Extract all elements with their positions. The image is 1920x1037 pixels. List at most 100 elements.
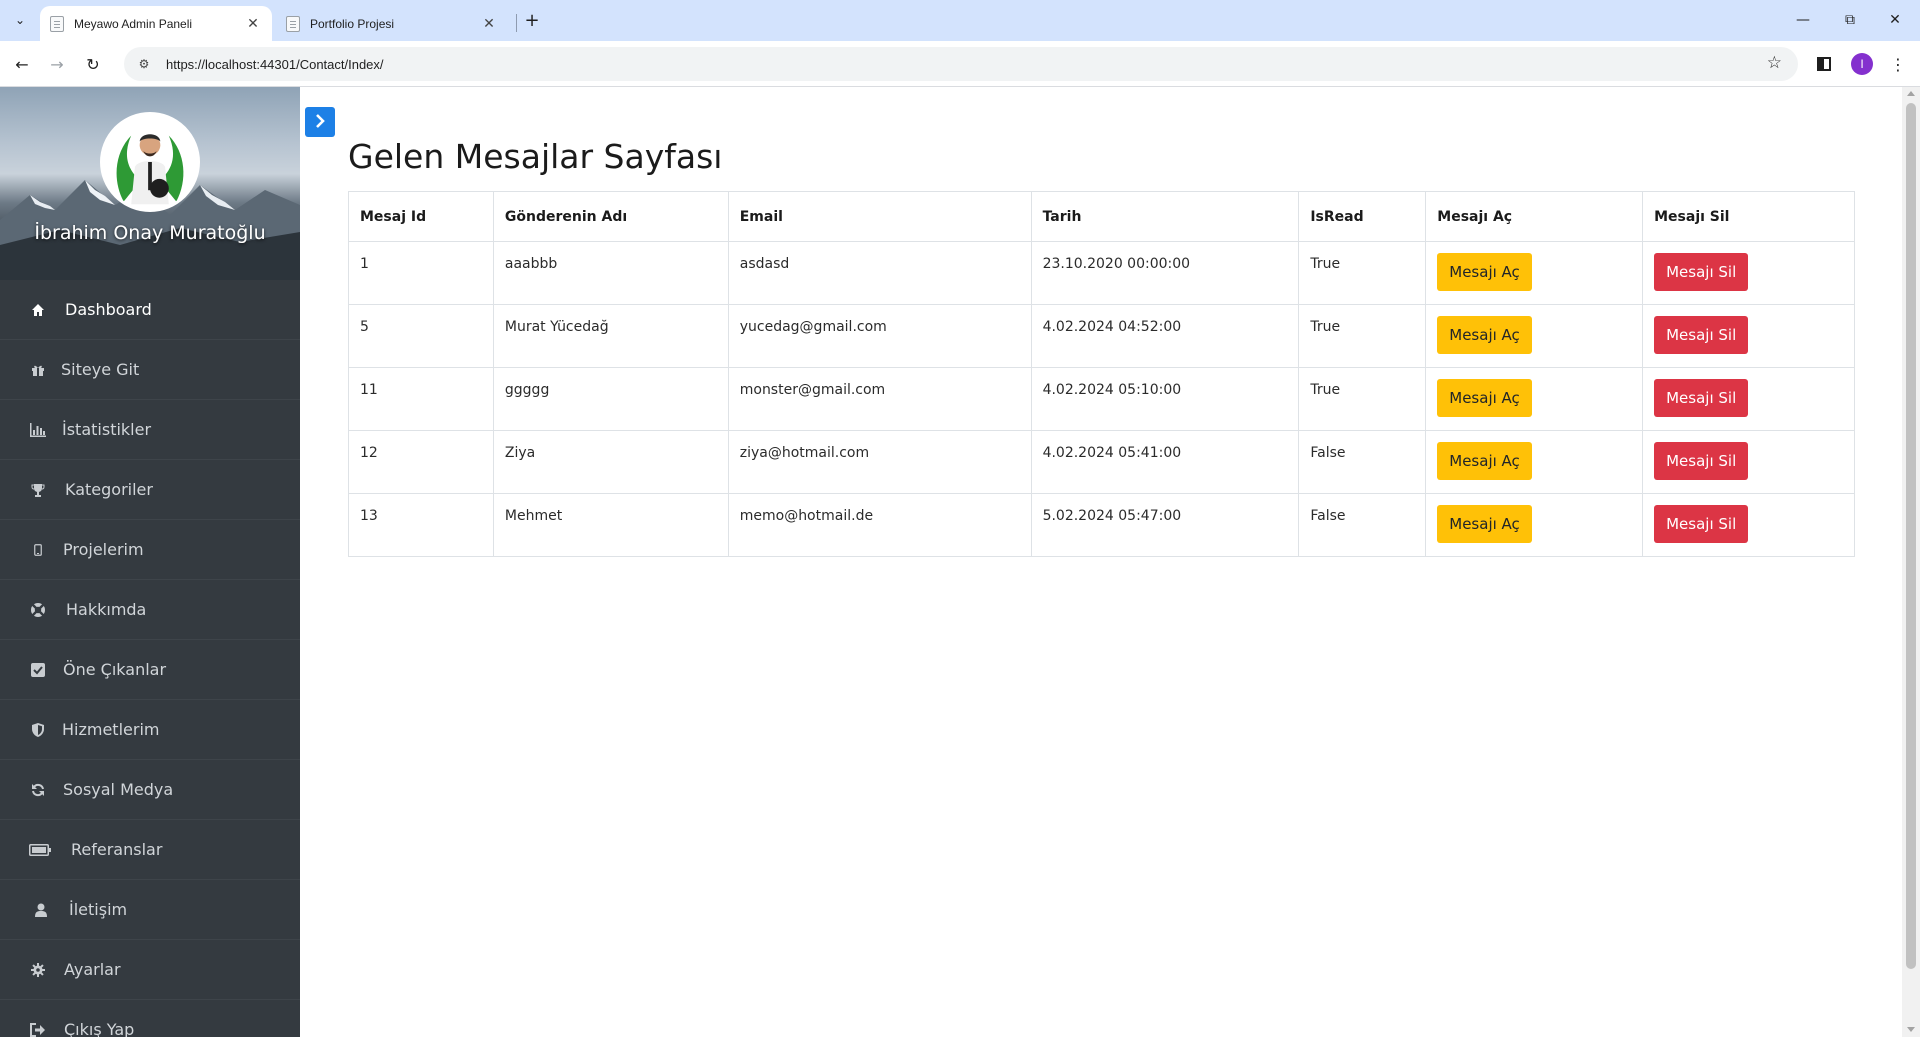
sidebar-item-cikis-yap[interactable]: Çıkış Yap: [0, 1000, 300, 1037]
cell-id: 5: [348, 304, 494, 368]
gear-icon: [29, 961, 47, 979]
sidebar: İbrahim Onay Muratoğlu Dashboard Siteye …: [0, 87, 300, 1037]
cell-date: 4.02.2024 05:10:00: [1030, 367, 1300, 431]
sidebar-item-dashboard[interactable]: Dashboard: [0, 280, 300, 340]
open-message-button[interactable]: Mesajı Aç: [1437, 316, 1532, 354]
open-message-button[interactable]: Mesajı Aç: [1437, 505, 1532, 543]
chevron-right-icon: [315, 113, 325, 132]
sidebar-item-label: Ayarlar: [64, 960, 121, 979]
delete-message-button[interactable]: Mesajı Sil: [1654, 442, 1749, 480]
sidebar-item-label: Hizmetlerim: [62, 720, 160, 739]
sidebar-item-label: İletişim: [69, 900, 128, 919]
page-favicon-icon: [286, 15, 300, 32]
open-message-button[interactable]: Mesajı Aç: [1437, 253, 1532, 291]
cell-date: 4.02.2024 04:52:00: [1030, 304, 1300, 368]
bar-chart-icon: [29, 421, 47, 439]
cell-open: Mesajı Aç: [1425, 304, 1644, 368]
delete-message-button[interactable]: Mesajı Sil: [1654, 379, 1749, 417]
profile-avatar[interactable]: I: [1851, 53, 1873, 75]
address-bar[interactable]: ⚙ https://localhost:44301/Contact/Index/…: [124, 47, 1798, 81]
bookmark-star-icon[interactable]: ☆: [1767, 53, 1782, 73]
close-window-icon[interactable]: ✕: [1880, 8, 1910, 32]
sidebar-item-label: Referanslar: [71, 840, 163, 859]
sidebar-item-referanslar[interactable]: Referanslar: [0, 820, 300, 880]
cell-id: 12: [348, 430, 494, 494]
column-header-mesaji-ac: Mesajı Aç: [1425, 191, 1644, 242]
profile-avatar-image: [100, 112, 200, 212]
tab-portfolio-projesi[interactable]: Portfolio Projesi ✕: [276, 6, 508, 41]
tab-divider: [516, 14, 517, 32]
cell-is-read: True: [1298, 304, 1427, 368]
browser-toolbar: ← → ↻ ⚙ https://localhost:44301/Contact/…: [0, 41, 1920, 87]
sidebar-item-label: Kategoriler: [65, 480, 153, 499]
minimize-window-icon[interactable]: —: [1788, 8, 1818, 32]
cell-delete: Mesajı Sil: [1642, 367, 1855, 431]
close-tab-icon[interactable]: ✕: [244, 15, 262, 33]
cell-name: Mehmet: [492, 493, 729, 557]
cell-is-read: False: [1298, 430, 1427, 494]
new-tab-plus-icon[interactable]: +: [520, 8, 544, 32]
table-row: 5 Murat Yücedağ yucedag@gmail.com 4.02.2…: [348, 304, 1855, 368]
cell-email: monster@gmail.com: [727, 367, 1032, 431]
table-row: 12 Ziya ziya@hotmail.com 4.02.2024 05:41…: [348, 430, 1855, 494]
cell-id: 13: [348, 493, 494, 557]
tab-meyawo-admin[interactable]: Meyawo Admin Paneli ✕: [40, 6, 272, 41]
sidebar-item-label: Dashboard: [65, 300, 152, 319]
forward-arrow-icon[interactable]: →: [43, 50, 71, 78]
cell-date: 23.10.2020 00:00:00: [1030, 241, 1300, 305]
scroll-up-arrow-icon[interactable]: [1907, 91, 1915, 96]
main-content: Gelen Mesajlar Sayfası Mesaj Id Gönderen…: [300, 87, 1902, 1037]
cell-delete: Mesajı Sil: [1642, 493, 1855, 557]
sidebar-item-istatistikler[interactable]: İstatistikler: [0, 400, 300, 460]
sidebar-item-hakkimda[interactable]: Hakkımda: [0, 580, 300, 640]
sidebar-item-siteye-git[interactable]: Siteye Git: [0, 340, 300, 400]
open-message-button[interactable]: Mesajı Aç: [1437, 379, 1532, 417]
scroll-down-arrow-icon[interactable]: [1907, 1027, 1915, 1032]
back-arrow-icon[interactable]: ←: [8, 50, 36, 78]
table-header-row: Mesaj Id Gönderenin Adı Email Tarih IsRe…: [348, 191, 1855, 242]
sidebar-item-label: Sosyal Medya: [63, 780, 174, 799]
tab-title: Meyawo Admin Paneli: [74, 16, 193, 31]
table-row: 13 Mehmet memo@hotmail.de 5.02.2024 05:4…: [348, 493, 1855, 557]
browser-menu-icon[interactable]: ⋮: [1888, 52, 1908, 76]
delete-message-button[interactable]: Mesajı Sil: [1654, 316, 1749, 354]
open-message-button[interactable]: Mesajı Aç: [1437, 442, 1532, 480]
sidebar-item-hizmetlerim[interactable]: Hizmetlerim: [0, 700, 300, 760]
cell-name: ggggg: [492, 367, 729, 431]
url-text[interactable]: https://localhost:44301/Contact/Index/: [166, 57, 384, 72]
delete-message-button[interactable]: Mesajı Sil: [1654, 253, 1749, 291]
restore-window-icon[interactable]: ⧉: [1835, 8, 1865, 32]
sidebar-item-kategoriler[interactable]: Kategoriler: [0, 460, 300, 520]
profile-name: İbrahim Onay Muratoğlu: [34, 222, 266, 244]
cell-name: aaabbb: [492, 241, 729, 305]
sign-out-icon: [29, 1021, 47, 1037]
site-settings-icon[interactable]: ⚙: [132, 52, 156, 76]
delete-message-button[interactable]: Mesajı Sil: [1654, 505, 1749, 543]
cell-id: 1: [348, 241, 494, 305]
sidebar-toggle-button[interactable]: [305, 107, 335, 137]
sidebar-item-ayarlar[interactable]: Ayarlar: [0, 940, 300, 1000]
column-header-email: Email: [727, 191, 1032, 242]
sidebar-item-projelerim[interactable]: Projelerim: [0, 520, 300, 580]
cell-delete: Mesajı Sil: [1642, 430, 1855, 494]
messages-table: Mesaj Id Gönderenin Adı Email Tarih IsRe…: [348, 191, 1855, 557]
close-tab-icon[interactable]: ✕: [480, 15, 498, 33]
sidebar-item-label: Hakkımda: [66, 600, 147, 619]
sidebar-item-sosyal-medya[interactable]: Sosyal Medya: [0, 760, 300, 820]
refresh-icon: [29, 781, 47, 799]
table-row: 11 ggggg monster@gmail.com 4.02.2024 05:…: [348, 367, 1855, 431]
scrollbar-thumb[interactable]: [1906, 103, 1916, 969]
cell-name: Ziya: [492, 430, 729, 494]
sidebar-menu: Dashboard Siteye Git İstatistikler Kateg…: [0, 280, 300, 1037]
tab-search-chevron-icon[interactable]: ⌄: [8, 8, 32, 32]
check-square-icon: [29, 661, 47, 679]
reload-icon[interactable]: ↻: [79, 50, 107, 78]
sidebar-item-iletisim[interactable]: İletişim: [0, 880, 300, 940]
page-scrollbar[interactable]: [1902, 87, 1920, 1037]
table-row: 1 aaabbb asdasd 23.10.2020 00:00:00 True…: [348, 241, 1855, 305]
column-header-mesaj-id: Mesaj Id: [348, 191, 494, 242]
sidebar-item-one-cikanlar[interactable]: Öne Çıkanlar: [0, 640, 300, 700]
side-panel-icon[interactable]: [1812, 52, 1836, 76]
cell-is-read: False: [1298, 493, 1427, 557]
column-header-mesaji-sil: Mesajı Sil: [1642, 191, 1855, 242]
